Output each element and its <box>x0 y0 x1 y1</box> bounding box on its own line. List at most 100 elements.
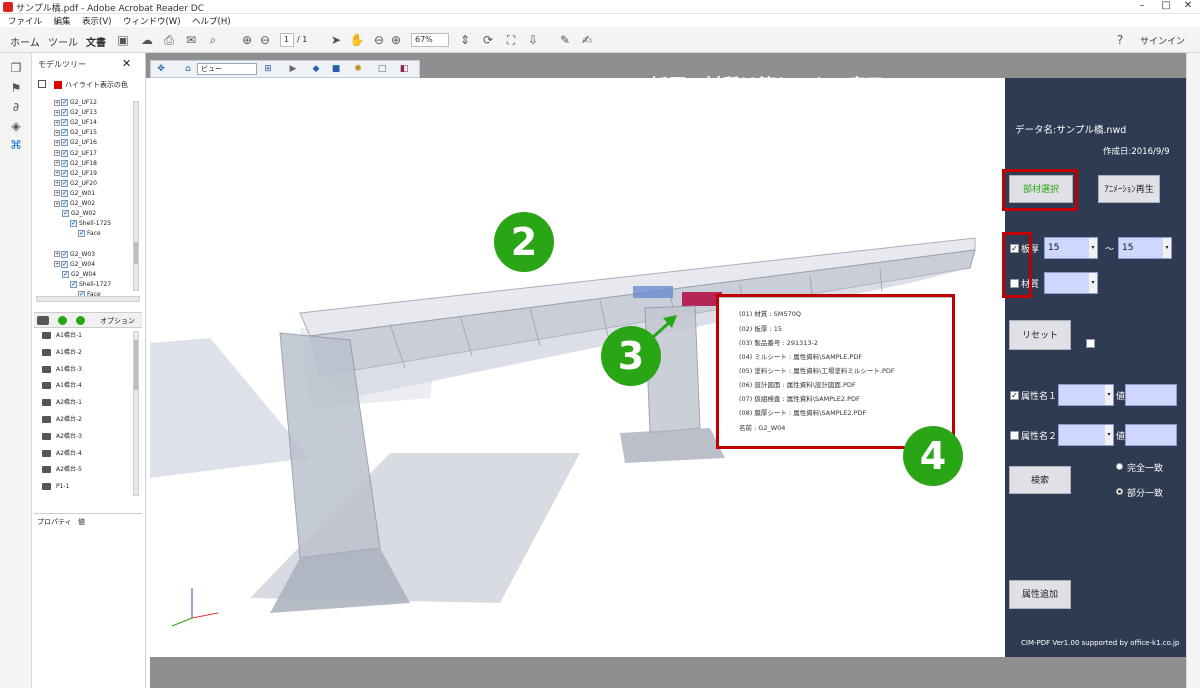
expand-icon[interactable]: + <box>54 190 60 197</box>
visibility-checkbox[interactable] <box>78 228 85 238</box>
bookmark-icon[interactable]: ⚑ <box>9 81 23 95</box>
select-arrow-icon[interactable]: ➤ <box>328 32 344 48</box>
tree-scrollbar[interactable] <box>133 101 139 291</box>
tree-node[interactable]: + G2_UF16 <box>54 137 97 148</box>
expand-icon[interactable]: + <box>54 99 60 106</box>
expand-icon[interactable]: + <box>54 251 60 257</box>
visibility-checkbox[interactable] <box>61 259 68 269</box>
tree-node[interactable]: + G2_UF15 <box>54 127 97 138</box>
minimize-button[interactable]: – <box>1130 0 1154 13</box>
tab-properties[interactable]: プロパティ <box>37 517 72 527</box>
tree-node[interactable]: Shell-1725 <box>70 218 111 229</box>
tab-value[interactable]: 値 <box>78 517 85 527</box>
tree-node[interactable]: + G2_UF20 <box>54 178 97 189</box>
rotate-3d-icon[interactable]: ✥ <box>154 63 168 76</box>
tree-hscrollbar[interactable] <box>36 296 140 302</box>
add-attribute-button[interactable]: 属性追加 <box>1009 580 1071 609</box>
read-mode-icon[interactable]: ⇩ <box>525 32 541 48</box>
model-tree-icon[interactable]: ⌘ <box>9 138 23 152</box>
list-item[interactable]: A1橋台-4 <box>42 379 82 393</box>
reset-button[interactable]: リセット <box>1009 320 1071 350</box>
list-item[interactable]: A2橋台-2 <box>42 413 82 427</box>
background-icon[interactable]: □ <box>375 63 389 76</box>
attr1-checkbox[interactable]: ✓ <box>1010 391 1019 400</box>
attr2-checkbox[interactable] <box>1010 431 1019 440</box>
tree-node[interactable]: Face <box>78 228 101 239</box>
options-menu-icon[interactable] <box>38 80 46 88</box>
expand-icon[interactable]: + <box>54 119 60 126</box>
expand-icon[interactable]: + <box>54 200 60 207</box>
list-item[interactable]: A2橋台-3 <box>42 430 82 444</box>
visibility-checkbox[interactable] <box>70 279 77 289</box>
thickness-from-select[interactable]: 15 ▾ <box>1044 237 1098 259</box>
material-select[interactable]: ▾ <box>1044 272 1098 294</box>
model-tree-toggle-icon[interactable]: ⊞ <box>261 63 275 76</box>
visibility-checkbox[interactable] <box>61 198 68 208</box>
visibility-checkbox[interactable] <box>62 269 69 279</box>
list-scrollbar[interactable] <box>133 331 139 496</box>
tree-node[interactable]: G2_W04 <box>62 269 96 280</box>
projection-icon[interactable]: ◆ <box>309 63 323 76</box>
save-icon[interactable]: ▣ <box>115 32 131 48</box>
visibility-checkbox[interactable] <box>62 208 69 218</box>
list-item[interactable]: P1-1 <box>42 480 69 494</box>
comment-icon[interactable]: ✎ <box>557 32 573 48</box>
home-view-icon[interactable]: ⌂ <box>181 63 195 76</box>
expand-icon[interactable]: + <box>54 261 60 268</box>
cross-section-icon[interactable]: ◧ <box>397 63 411 76</box>
zoom-in-icon[interactable]: ⊕ <box>388 32 404 48</box>
tab-document[interactable]: 文書 <box>86 34 106 49</box>
tree-node[interactable]: + G2_W04 <box>54 259 95 270</box>
fullscreen-icon[interactable]: ⛶ <box>503 32 519 48</box>
expand-icon[interactable]: + <box>54 129 60 136</box>
search-button[interactable]: 検索 <box>1009 466 1071 494</box>
fit-icon[interactable]: ⇕ <box>457 32 473 48</box>
attr1-select[interactable]: ▾ <box>1058 384 1114 406</box>
tree-node[interactable]: + G2_UF14 <box>54 117 97 128</box>
render-mode-icon[interactable]: ■ <box>329 63 343 76</box>
paperclip-icon[interactable]: ∂ <box>9 100 23 114</box>
help-icon[interactable]: ? <box>1112 32 1128 48</box>
list-item[interactable]: A1橋台-3 <box>42 363 82 377</box>
cube-icon[interactable] <box>37 316 49 325</box>
list-item[interactable]: A1橋台-2 <box>42 346 82 360</box>
visibility-checkbox[interactable] <box>61 117 68 127</box>
viewer-scrollbar[interactable] <box>1186 53 1200 688</box>
show-icon[interactable] <box>58 316 67 325</box>
tab-home[interactable]: ホーム <box>10 34 40 49</box>
exact-match-radio[interactable] <box>1116 463 1123 470</box>
reset-option-checkbox[interactable] <box>1086 339 1095 348</box>
hide-icon[interactable] <box>76 316 85 325</box>
expand-icon[interactable]: + <box>54 109 60 116</box>
attr2-select[interactable]: ▾ <box>1058 424 1114 446</box>
visibility-checkbox[interactable] <box>61 188 68 198</box>
animation-play-button[interactable]: ｱﾆﾒｰｼｮﾝ再生 <box>1098 175 1160 203</box>
visibility-checkbox[interactable] <box>61 107 68 117</box>
tree-node[interactable]: + G2_UF13 <box>54 107 97 118</box>
list-item[interactable]: A2橋台-1 <box>42 396 82 410</box>
visibility-checkbox[interactable] <box>61 148 68 158</box>
pages-icon[interactable]: ❐ <box>9 61 23 75</box>
search-icon[interactable]: ⌕ <box>205 32 221 48</box>
list-item[interactable]: A2橋台-4 <box>42 447 82 461</box>
prev-page-icon[interactable]: ⊕ <box>239 32 255 48</box>
expand-icon[interactable]: + <box>54 150 60 156</box>
expand-icon[interactable]: + <box>54 170 60 177</box>
highlight-color-label[interactable]: ハイライト表示の色 <box>65 80 128 90</box>
visibility-checkbox[interactable] <box>61 97 68 107</box>
tree-node[interactable]: G2_W02 <box>62 208 96 219</box>
print-icon[interactable]: ⎙ <box>161 32 177 48</box>
tree-node[interactable]: + G2_UF12 <box>54 97 97 108</box>
visibility-checkbox[interactable] <box>61 249 68 259</box>
tree-node[interactable]: + G2_UF18 <box>54 158 97 169</box>
visibility-checkbox[interactable] <box>70 218 77 228</box>
hand-icon[interactable]: ✋ <box>349 32 365 48</box>
attr1-value-input[interactable] <box>1125 384 1177 406</box>
tree-node[interactable]: + G2_W01 <box>54 188 95 199</box>
close-window-button[interactable]: ✕ <box>1176 0 1200 13</box>
view-select[interactable]: ビュー <box>197 63 257 75</box>
tree-node[interactable]: + G2_W02 <box>54 198 95 209</box>
list-item[interactable]: A2橋台-5 <box>42 463 82 477</box>
visibility-checkbox[interactable] <box>61 178 68 188</box>
tree-node[interactable]: + G2_UF19 <box>54 168 97 179</box>
